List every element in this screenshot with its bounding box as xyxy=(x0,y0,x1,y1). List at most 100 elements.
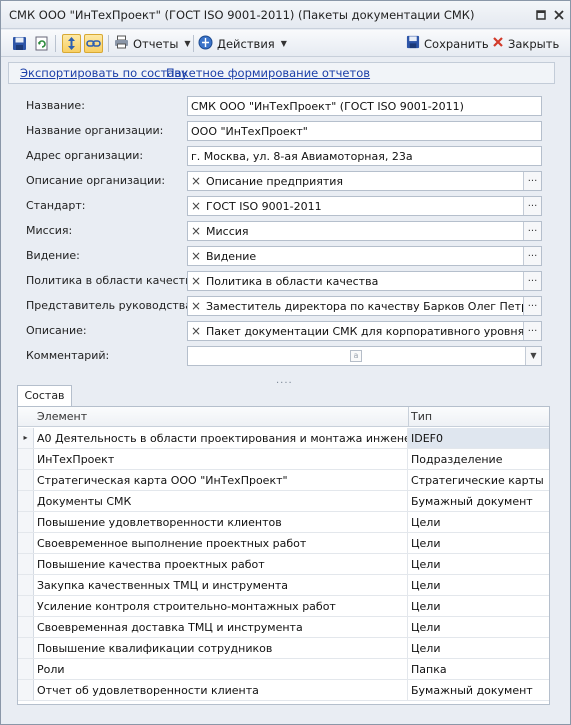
save-disk-icon[interactable] xyxy=(10,34,29,53)
row-indicator[interactable] xyxy=(18,554,34,574)
table-row[interactable]: Отчет об удовлетворенности клиента Бумажн… xyxy=(18,680,549,701)
table-row[interactable]: Повышение качества проектных работ Цели xyxy=(18,554,549,575)
cell-element[interactable]: Своевременная доставка ТМЦ и инструмента xyxy=(34,617,408,637)
table-row[interactable]: Роли Папка xyxy=(18,659,549,680)
splitter-grip-icon[interactable]: .... xyxy=(276,375,293,386)
cell-type[interactable]: Бумажный документ xyxy=(408,680,549,700)
chevron-down-icon[interactable]: ▼ xyxy=(525,347,541,365)
management-rep-field[interactable]: × Заместитель директора по качеству Барк… xyxy=(187,296,542,316)
table-row[interactable]: Усиление контроля строительно-монтажных … xyxy=(18,596,549,617)
clear-icon[interactable]: × xyxy=(189,323,203,339)
standard-value: ГОСТ ISO 9001-2011 xyxy=(206,200,322,213)
cell-element[interactable]: Документы СМК xyxy=(34,491,408,511)
cell-element[interactable]: Стратегическая карта ООО "ИнТехПроект" xyxy=(34,470,408,490)
cell-type[interactable]: Стратегические карты xyxy=(408,470,549,490)
ellipsis-button[interactable]: ... xyxy=(523,222,541,240)
cell-type[interactable]: IDEF0 xyxy=(408,428,549,448)
cell-element[interactable]: Отчет об удовлетворенности клиента xyxy=(34,680,408,700)
table-row[interactable]: ▸ А0 Деятельность в области проектировани… xyxy=(18,428,549,449)
org-description-field[interactable]: × Описание предприятия ... xyxy=(187,171,542,191)
mission-field[interactable]: × Миссия ... xyxy=(187,221,542,241)
cell-type[interactable]: Цели xyxy=(408,596,549,616)
tab-composition[interactable]: Состав xyxy=(17,385,72,407)
clear-icon[interactable]: × xyxy=(189,223,203,239)
expand-vertical-icon[interactable] xyxy=(62,34,81,53)
table-row[interactable]: Повышение удовлетворенности клиентов Цели xyxy=(18,512,549,533)
cell-element[interactable]: А0 Деятельность в области проектирования… xyxy=(34,428,408,448)
cell-element[interactable]: Усиление контроля строительно-монтажных … xyxy=(34,596,408,616)
quality-policy-field[interactable]: × Политика в области качества ... xyxy=(187,271,542,291)
table-row[interactable]: Своевременная доставка ТМЦ и инструмента… xyxy=(18,617,549,638)
name-field[interactable]: СМК ООО "ИнТехПроект" (ГОСТ ISO 9001-201… xyxy=(187,96,542,116)
column-header-element[interactable]: Элемент xyxy=(37,410,87,423)
row-indicator[interactable] xyxy=(18,617,34,637)
restore-icon[interactable] xyxy=(533,7,549,23)
refresh-icon[interactable] xyxy=(32,34,51,53)
cell-element[interactable]: Повышение квалификации сотрудников xyxy=(34,638,408,658)
standard-field[interactable]: × ГОСТ ISO 9001-2011 ... xyxy=(187,196,542,216)
column-header-type[interactable]: Тип xyxy=(411,410,432,423)
cell-element[interactable]: Повышение удовлетворенности клиентов xyxy=(34,512,408,532)
row-indicator[interactable] xyxy=(18,449,34,469)
close-window-icon[interactable] xyxy=(551,7,567,23)
cell-type[interactable]: Цели xyxy=(408,638,549,658)
ellipsis-button[interactable]: ... xyxy=(523,297,541,315)
cell-element[interactable]: Роли xyxy=(34,659,408,679)
row-indicator[interactable] xyxy=(18,680,34,700)
close-button[interactable]: Закрыть xyxy=(492,34,559,53)
link-icon[interactable] xyxy=(84,34,103,53)
ellipsis-button[interactable]: ... xyxy=(523,197,541,215)
ellipsis-button[interactable]: ... xyxy=(523,272,541,290)
org-address-field[interactable]: г. Москва, ул. 8-ая Авиамоторная, 23а xyxy=(187,146,542,166)
vision-field[interactable]: × Видение ... xyxy=(187,246,542,266)
table-row[interactable]: ИнТехПроект Подразделение xyxy=(18,449,549,470)
row-indicator[interactable] xyxy=(18,533,34,553)
cell-element[interactable]: Повышение качества проектных работ xyxy=(34,554,408,574)
ellipsis-button[interactable]: ... xyxy=(523,247,541,265)
cell-type[interactable]: Подразделение xyxy=(408,449,549,469)
row-indicator[interactable] xyxy=(18,470,34,490)
actions-menu-button[interactable]: Действия ▼ xyxy=(198,34,287,53)
column-divider[interactable] xyxy=(408,407,409,427)
table-row[interactable]: Своевременное выполнение проектных работ… xyxy=(18,533,549,554)
row-indicator[interactable] xyxy=(18,491,34,511)
clear-icon[interactable]: × xyxy=(189,198,203,214)
reports-menu-button[interactable]: Отчеты ▼ xyxy=(114,34,191,53)
cell-type[interactable]: Цели xyxy=(408,533,549,553)
clear-icon[interactable]: × xyxy=(189,248,203,264)
cell-type[interactable]: Цели xyxy=(408,512,549,532)
ellipsis-button[interactable]: ... xyxy=(523,172,541,190)
close-label: Закрыть xyxy=(508,36,560,51)
row-indicator[interactable] xyxy=(18,596,34,616)
cell-type[interactable]: Папка xyxy=(408,659,549,679)
description-field[interactable]: × Пакет документации СМК для корпоративн… xyxy=(187,321,542,341)
row-indicator[interactable]: ▸ xyxy=(18,428,34,448)
table-row[interactable]: Документы СМК Бумажный документ xyxy=(18,491,549,512)
cell-element[interactable]: ИнТехПроект xyxy=(34,449,408,469)
cell-type[interactable]: Цели xyxy=(408,554,549,574)
row-indicator[interactable] xyxy=(18,575,34,595)
org-name-field[interactable]: ООО "ИнТехПроект" xyxy=(187,121,542,141)
cell-element[interactable]: Закупка качественных ТМЦ и инструмента xyxy=(34,575,408,595)
clear-icon[interactable]: × xyxy=(189,173,203,189)
table-row[interactable]: Закупка качественных ТМЦ и инструмента Це… xyxy=(18,575,549,596)
save-button[interactable]: Сохранить xyxy=(406,34,489,53)
document-window: СМК ООО "ИнТехПроект" (ГОСТ ISO 9001-201… xyxy=(0,0,571,725)
row-indicator[interactable] xyxy=(18,512,34,532)
table-row[interactable]: Стратегическая карта ООО "ИнТехПроект" Ст… xyxy=(18,470,549,491)
cell-type[interactable]: Цели xyxy=(408,575,549,595)
ellipsis-button[interactable]: ... xyxy=(523,322,541,340)
clear-icon[interactable]: × xyxy=(189,298,203,314)
row-indicator[interactable] xyxy=(18,659,34,679)
row-indicator[interactable] xyxy=(18,638,34,658)
table-row[interactable]: Повышение квалификации сотрудников Цели xyxy=(18,638,549,659)
comment-field[interactable]: a ▼ xyxy=(187,346,542,366)
clear-icon[interactable]: × xyxy=(189,273,203,289)
cell-type[interactable]: Цели xyxy=(408,617,549,637)
cell-element[interactable]: Своевременное выполнение проектных работ xyxy=(34,533,408,553)
batch-reports-link[interactable]: Пакетное формирование отчетов xyxy=(166,66,370,80)
actions-label: Действия xyxy=(217,36,275,51)
export-link[interactable]: Экспортировать по составу xyxy=(20,66,188,80)
chevron-down-icon: ▼ xyxy=(280,39,287,48)
cell-type[interactable]: Бумажный документ xyxy=(408,491,549,511)
